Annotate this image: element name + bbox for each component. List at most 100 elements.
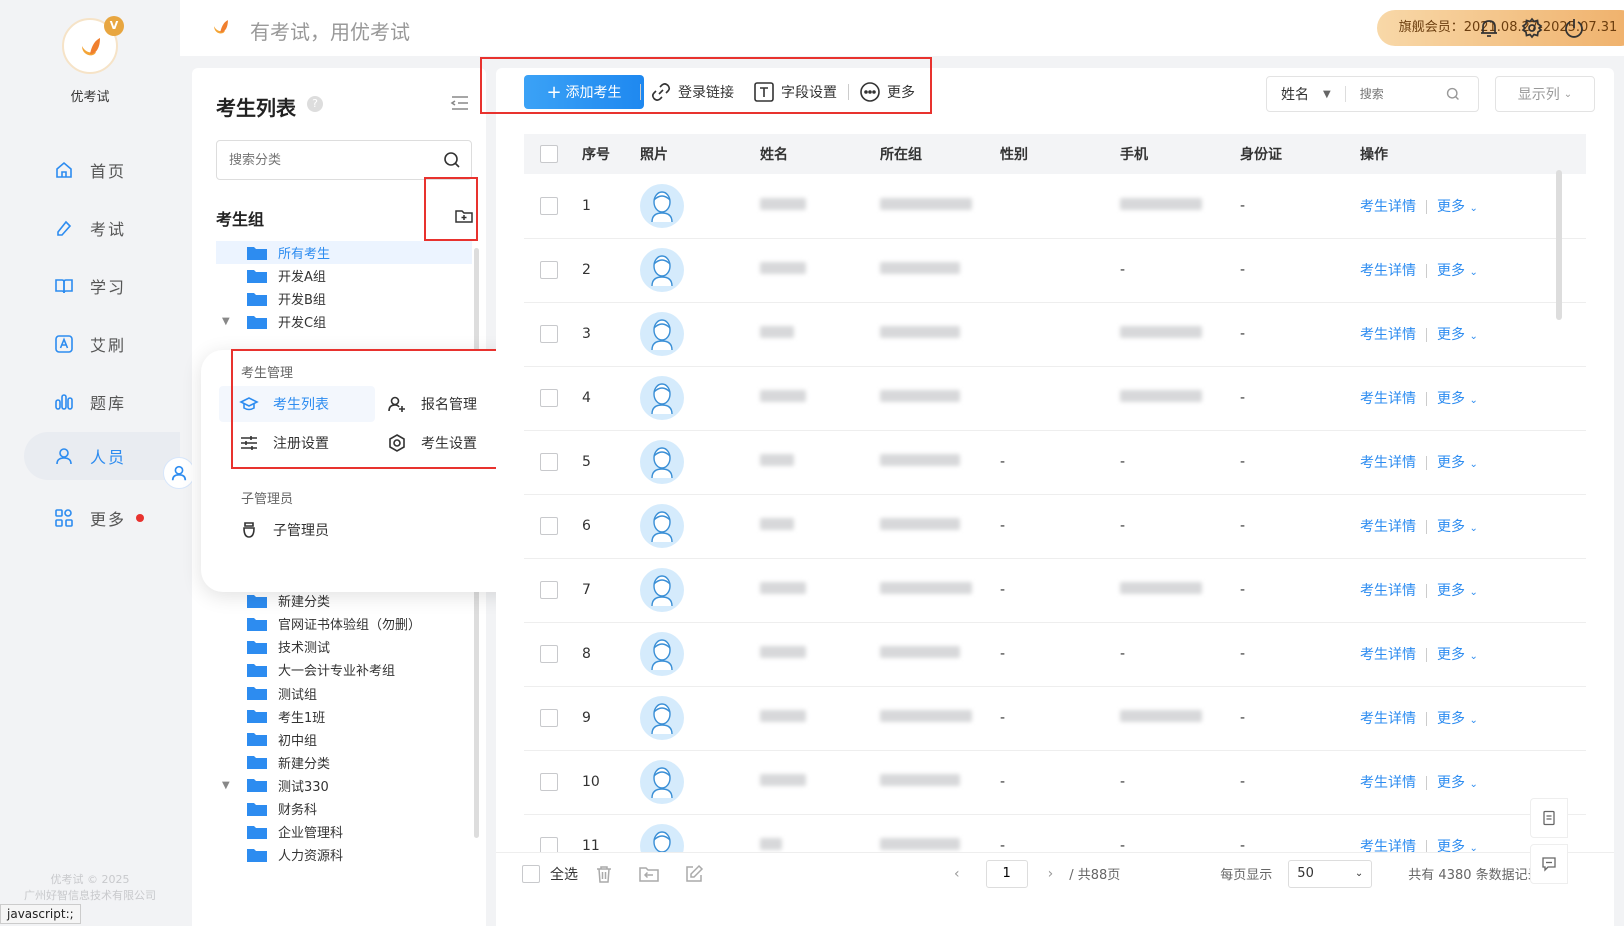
tree-group-item[interactable]: 开发B组 <box>216 287 472 310</box>
row-more-dropdown[interactable]: 更多 ⌄ <box>1437 327 1478 343</box>
tree-group-item[interactable]: 所有考生 <box>216 241 472 264</box>
field-settings-button[interactable]: 字段设置 <box>753 75 837 109</box>
submenu-register-settings[interactable]: 注册设置 <box>219 425 375 461</box>
table-row[interactable]: 4 - 考生详情 更多 ⌄ <box>524 366 1586 431</box>
row-checkbox[interactable] <box>540 261 558 279</box>
notes-float-button[interactable] <box>1530 798 1568 838</box>
nav-more[interactable]: 更多 <box>24 494 180 542</box>
student-detail-link[interactable]: 考生详情 <box>1360 391 1416 407</box>
student-search-input[interactable] <box>1359 87 1440 101</box>
submenu-student-settings[interactable]: 考生设置 <box>367 425 517 461</box>
login-link-button[interactable]: 登录链接 <box>650 75 734 109</box>
search-field-select[interactable]: 姓名 ▼ <box>1266 76 1479 112</box>
student-detail-link[interactable]: 考生详情 <box>1360 583 1416 599</box>
row-more-dropdown[interactable]: 更多 ⌄ <box>1437 263 1478 279</box>
submenu-registration[interactable]: 报名管理 <box>367 386 517 422</box>
tree-group-item[interactable]: 财务科 <box>216 797 472 820</box>
nav-study[interactable]: 学习 <box>24 262 180 310</box>
page-input[interactable] <box>985 859 1028 888</box>
membership-badge[interactable]: 旗舰会员：2021.08.27-2025.07.31 <box>1377 10 1624 46</box>
student-detail-link[interactable]: 考生详情 <box>1360 519 1416 535</box>
table-row[interactable]: 3 - 考生详情 更多 ⌄ <box>524 302 1586 367</box>
collapse-menu-icon[interactable] <box>450 94 470 112</box>
table-row[interactable]: 5- - - 考生详情 更多 ⌄ <box>524 430 1586 495</box>
student-detail-link[interactable]: 考生详情 <box>1360 327 1416 343</box>
nav-question-bank[interactable]: 题库 <box>24 378 180 426</box>
expand-arrow-icon[interactable]: ▼ <box>222 780 234 791</box>
select-all-checkbox[interactable] <box>540 145 558 163</box>
row-checkbox[interactable] <box>540 196 558 215</box>
gear-icon[interactable] <box>1521 17 1543 39</box>
student-detail-link[interactable]: 考生详情 <box>1360 263 1416 279</box>
row-more-dropdown[interactable]: 更多 ⌄ <box>1437 583 1478 599</box>
add-folder-icon[interactable] <box>454 206 474 226</box>
student-detail-link[interactable]: 考生详情 <box>1360 711 1416 727</box>
student-detail-link[interactable]: 考生详情 <box>1360 455 1416 471</box>
move-folder-icon[interactable] <box>638 864 660 884</box>
row-checkbox[interactable] <box>540 453 558 471</box>
nav-exam[interactable]: 考试 <box>24 204 180 252</box>
table-row[interactable]: 1 - 考生详情 更多 ⌄ <box>524 174 1586 239</box>
row-checkbox[interactable] <box>540 389 558 407</box>
row-more-dropdown[interactable]: 更多 ⌄ <box>1437 519 1478 535</box>
row-more-dropdown[interactable]: 更多 ⌄ <box>1437 775 1478 791</box>
table-row[interactable]: 10- - - 考生详情 更多 ⌄ <box>524 750 1586 815</box>
nav-practice[interactable]: 艾刷 <box>24 320 180 368</box>
tree-group-item[interactable]: 新建分类 <box>216 751 472 774</box>
row-checkbox[interactable] <box>540 645 558 663</box>
search-icon[interactable] <box>443 151 461 169</box>
table-row[interactable]: 2- - 考生详情 更多 ⌄ <box>524 238 1586 303</box>
table-row[interactable]: 9- - 考生详情 更多 ⌄ <box>524 686 1586 751</box>
student-detail-link[interactable]: 考生详情 <box>1360 199 1416 215</box>
row-checkbox[interactable] <box>540 773 558 791</box>
tree-group-item[interactable]: 官网证书体验组（勿删） <box>216 612 472 635</box>
student-detail-link[interactable]: 考生详情 <box>1360 647 1416 663</box>
table-scrollbar[interactable] <box>1556 170 1562 320</box>
bell-icon[interactable] <box>1478 17 1500 39</box>
brand-logo[interactable]: V <box>62 16 124 74</box>
row-more-dropdown[interactable]: 更多 ⌄ <box>1437 455 1478 471</box>
more-button[interactable]: 更多 <box>859 75 915 109</box>
trash-icon[interactable] <box>594 864 614 884</box>
expand-arrow-icon[interactable]: ▼ <box>222 316 234 327</box>
add-student-button[interactable]: + 添加考生 <box>524 75 644 109</box>
select-all-footer-checkbox[interactable] <box>522 864 540 883</box>
search-icon[interactable] <box>1446 87 1460 101</box>
tree-group-item[interactable]: 人力资源科 <box>216 843 472 866</box>
help-icon[interactable]: ? <box>307 96 323 112</box>
student-detail-link[interactable]: 考生详情 <box>1360 775 1416 791</box>
tree-group-item[interactable]: 考生1班 <box>216 705 472 728</box>
nav-home[interactable]: 首页 <box>24 146 180 194</box>
tree-group-item[interactable]: 初中组 <box>216 728 472 751</box>
submenu-student-list[interactable]: 考生列表 <box>219 386 375 422</box>
tree-group-item[interactable]: ▼ 开发C组 <box>216 310 472 333</box>
tree-group-item[interactable]: 新建分类 <box>216 589 472 612</box>
category-search[interactable] <box>216 140 472 180</box>
tree-group-item[interactable]: 技术测试 <box>216 635 472 658</box>
user-bubble-icon[interactable] <box>163 457 195 489</box>
prev-page-icon[interactable]: ‹ <box>954 866 960 882</box>
row-checkbox[interactable] <box>540 581 558 599</box>
row-more-dropdown[interactable]: 更多 ⌄ <box>1437 199 1478 215</box>
row-checkbox[interactable] <box>540 517 558 535</box>
per-page-select[interactable]: 50 ⌄ <box>1288 859 1373 888</box>
tree-group-item[interactable]: ▼ 测试330 <box>216 774 472 797</box>
submenu-sub-admin[interactable]: 子管理员 <box>219 512 375 548</box>
tree-group-item[interactable]: 测试组 <box>216 682 472 705</box>
row-more-dropdown[interactable]: 更多 ⌄ <box>1437 647 1478 663</box>
tree-group-item[interactable]: 企业管理科 <box>216 820 472 843</box>
table-row[interactable]: 8- - - 考生详情 更多 ⌄ <box>524 622 1586 687</box>
columns-button[interactable]: 显示列 ⌄ <box>1495 76 1595 112</box>
row-checkbox[interactable] <box>540 709 558 727</box>
chat-float-button[interactable] <box>1530 844 1568 884</box>
row-checkbox[interactable] <box>540 325 558 343</box>
table-row[interactable]: 7- - 考生详情 更多 ⌄ <box>524 558 1586 623</box>
next-page-icon[interactable]: › <box>1048 866 1054 882</box>
category-search-input[interactable] <box>229 141 429 179</box>
table-row[interactable]: 6- - - 考生详情 更多 ⌄ <box>524 494 1586 559</box>
edit-icon[interactable] <box>684 864 704 884</box>
tree-group-item[interactable]: 开发A组 <box>216 264 472 287</box>
nav-people[interactable]: 人员 <box>24 432 180 480</box>
row-more-dropdown[interactable]: 更多 ⌄ <box>1437 711 1478 727</box>
row-more-dropdown[interactable]: 更多 ⌄ <box>1437 391 1478 407</box>
